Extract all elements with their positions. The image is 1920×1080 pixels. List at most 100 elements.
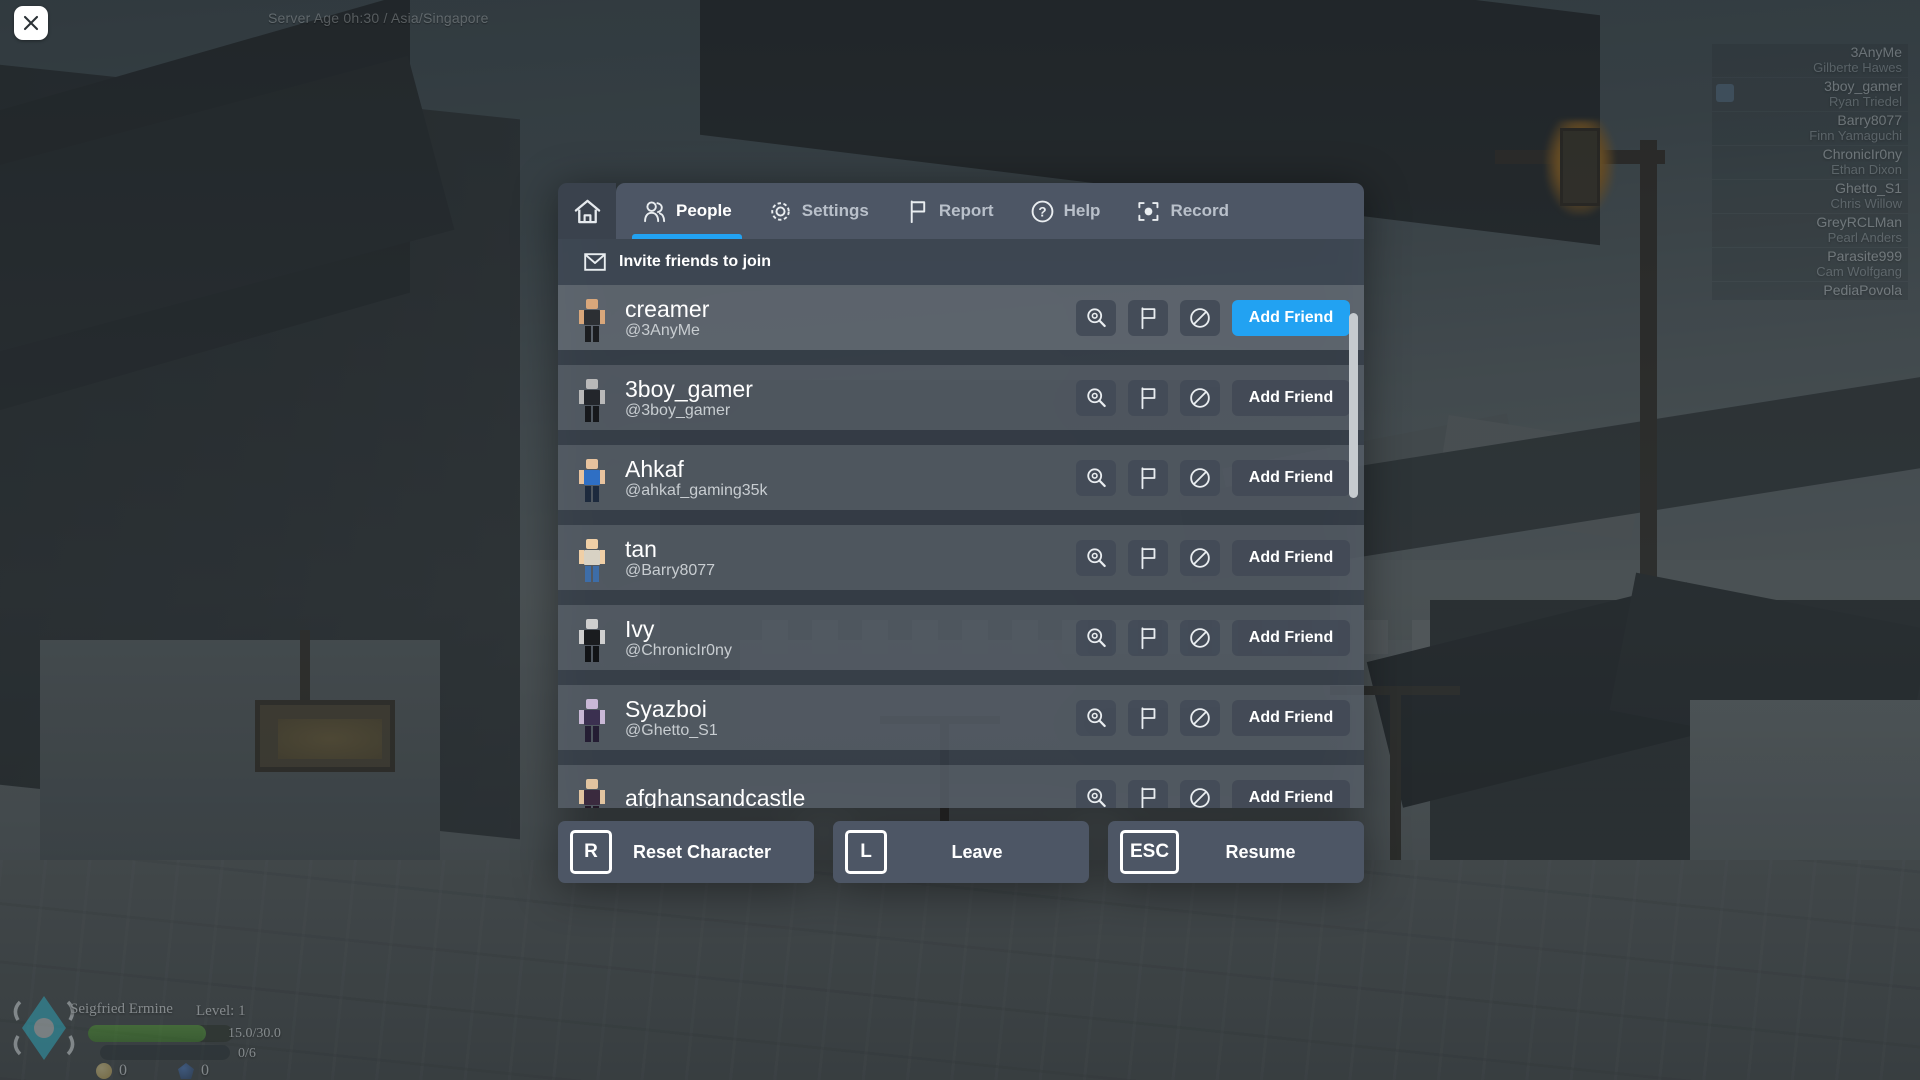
add-friend-button[interactable]: Add Friend [1232, 300, 1350, 336]
leaderboard-username: Ghetto_S1 [1718, 181, 1902, 196]
player-row[interactable]: Ahkaf@ahkaf_gaming35k Add Friend [558, 445, 1364, 510]
block-player-button[interactable] [1180, 380, 1220, 416]
flag-icon [1136, 706, 1160, 730]
avatar-figure [579, 299, 605, 345]
leaderboard-row: GreyRCLManPearl Anders [1712, 214, 1908, 247]
add-friend-button[interactable]: Add Friend [1232, 380, 1350, 416]
player-row[interactable]: tan@Barry8077 Add Friend [558, 525, 1364, 590]
record-icon [1136, 199, 1161, 224]
leaderboard-username: Barry8077 [1718, 113, 1902, 128]
gear-icon [768, 199, 793, 224]
block-circle-icon [1188, 306, 1212, 330]
leaderboard-display-name: Chris Willow [1718, 196, 1902, 211]
scrollbar-thumb[interactable] [1349, 313, 1358, 498]
player-avatar [571, 611, 613, 665]
menu-footer-buttons: RReset Character LLeave ESCResume [558, 821, 1364, 883]
reset-character-button[interactable]: RReset Character [558, 821, 814, 883]
flag-icon [905, 199, 930, 224]
avatar-figure [579, 459, 605, 505]
tab-record[interactable]: Record [1118, 183, 1247, 239]
player-handle: @Ghetto_S1 [625, 722, 1076, 740]
player-row-actions: Add Friend [1076, 700, 1364, 736]
inspect-player-button[interactable] [1076, 460, 1116, 496]
keycap: L [845, 830, 887, 874]
inspect-player-button[interactable] [1076, 700, 1116, 736]
leaderboard-row: Barry8077Finn Yamaguchi [1712, 112, 1908, 145]
player-row-actions: Add Friend [1076, 300, 1364, 336]
player-row[interactable]: Ivy@ChronicIr0ny Add Friend [558, 605, 1364, 670]
player-identity: Ahkaf@ahkaf_gaming35k [625, 456, 1076, 500]
close-button[interactable] [14, 6, 48, 40]
tab-report[interactable]: Report [887, 183, 1012, 239]
block-circle-icon [1188, 626, 1212, 650]
player-row[interactable]: Syazboi@Ghetto_S1Add Friend [558, 685, 1364, 750]
player-list[interactable]: creamer@3AnyMeAdd Friend3boy_gamer@3boy_… [558, 285, 1364, 808]
close-icon [23, 15, 39, 31]
add-friend-button[interactable]: Add Friend [1232, 540, 1350, 576]
tab-help[interactable]: ?Help [1012, 183, 1119, 239]
inspect-player-button[interactable] [1076, 620, 1116, 656]
avatar-figure [579, 379, 605, 425]
player-leaderboard: 3AnyMeGilberte Hawes3boy_gamerRyan Tried… [1712, 44, 1908, 300]
inspect-player-button[interactable] [1076, 540, 1116, 576]
player-row[interactable]: creamer@3AnyMeAdd Friend [558, 285, 1364, 350]
inspect-player-button[interactable] [1076, 780, 1116, 809]
gem-icon [178, 1063, 194, 1079]
home-tab-button[interactable] [558, 183, 616, 239]
player-avatar [571, 531, 613, 585]
crest-icon [10, 988, 78, 1068]
leaderboard-badge-icon [1716, 84, 1734, 102]
leaderboard-row: Ghetto_S1Chris Willow [1712, 180, 1908, 213]
player-row-actions: Add Friend [1076, 540, 1364, 576]
menu-tab-bar: People Settings Report?HelpRecord [558, 183, 1364, 239]
block-circle-icon [1188, 706, 1212, 730]
keycap: R [570, 830, 612, 874]
gold-value: 0 [119, 1062, 127, 1080]
report-player-button[interactable] [1128, 380, 1168, 416]
gold-counter: 0 [96, 1062, 127, 1080]
player-name: Ahkaf [625, 456, 1076, 482]
player-avatar [571, 371, 613, 425]
tab-label: Settings [802, 201, 869, 221]
inspect-player-button[interactable] [1076, 380, 1116, 416]
people-icon [642, 199, 667, 224]
player-avatar [571, 291, 613, 345]
block-player-button[interactable] [1180, 540, 1220, 576]
add-friend-button[interactable]: Add Friend [1232, 780, 1350, 809]
player-row[interactable]: afghansandcastleAdd Friend [558, 765, 1364, 808]
resume-button[interactable]: ESCResume [1108, 821, 1364, 883]
report-player-button[interactable] [1128, 540, 1168, 576]
report-player-button[interactable] [1128, 300, 1168, 336]
tab-strip: People Settings Report?HelpRecord [616, 183, 1364, 239]
magnifier-eye-icon [1084, 306, 1108, 330]
report-player-button[interactable] [1128, 700, 1168, 736]
player-list-scrollbar[interactable] [1349, 291, 1358, 721]
home-icon [573, 197, 602, 226]
block-player-button[interactable] [1180, 700, 1220, 736]
block-player-button[interactable] [1180, 460, 1220, 496]
player-row[interactable]: 3boy_gamer@3boy_gamerAdd Friend [558, 365, 1364, 430]
leave-button[interactable]: LLeave [833, 821, 1089, 883]
report-player-button[interactable] [1128, 620, 1168, 656]
report-player-button[interactable] [1128, 460, 1168, 496]
add-friend-button[interactable]: Add Friend [1232, 700, 1350, 736]
flag-icon [1136, 466, 1160, 490]
block-player-button[interactable] [1180, 780, 1220, 809]
block-player-button[interactable] [1180, 620, 1220, 656]
add-friend-button[interactable]: Add Friend [1232, 620, 1350, 656]
player-name: Ivy [625, 616, 1076, 642]
player-row-actions: Add Friend [1076, 620, 1364, 656]
report-player-button[interactable] [1128, 780, 1168, 809]
server-info-text: Server Age 0h:30 / Asia/Singapore [268, 10, 489, 26]
tab-settings[interactable]: Settings [750, 183, 887, 239]
block-player-button[interactable] [1180, 300, 1220, 336]
inspect-player-button[interactable] [1076, 300, 1116, 336]
tab-people[interactable]: People [624, 183, 750, 239]
invite-friends-row[interactable]: Invite friends to join [558, 239, 1364, 285]
add-friend-button[interactable]: Add Friend [1232, 460, 1350, 496]
player-identity: tan@Barry8077 [625, 536, 1076, 580]
block-circle-icon [1188, 546, 1212, 570]
player-identity: Ivy@ChronicIr0ny [625, 616, 1076, 660]
block-circle-icon [1188, 466, 1212, 490]
player-name: 3boy_gamer [625, 376, 1076, 402]
